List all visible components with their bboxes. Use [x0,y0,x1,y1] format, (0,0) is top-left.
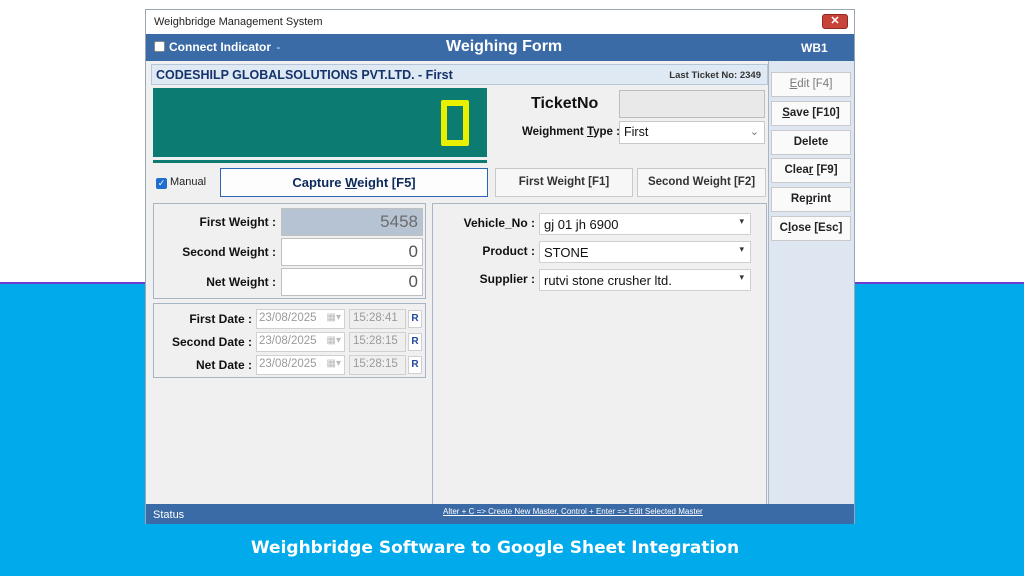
calendar-icon: ▦▾ [326,335,341,346]
dropdown-arrow-icon: ▾ [739,272,744,282]
action-sidebar: Edit [F4] Save [F10] Delete Clear [F9] R… [768,61,854,505]
second-weight-button[interactable]: Second Weight [F2] [637,168,766,197]
net-weight-label: Net Weight : [206,275,276,289]
net-date-refresh-button[interactable]: R [408,356,422,374]
check-icon: ✓ [156,178,167,189]
app-window: Weighbridge Management System ✕ Connect … [145,9,855,524]
manual-label: Manual [170,176,207,188]
net-weight-field[interactable]: 0 [281,268,423,296]
delete-button[interactable]: Delete [771,130,851,155]
net-date-label: Net Date : [195,358,252,372]
second-weight-label: Second Weight : [182,245,276,259]
chevron-down-icon: ⌄ [749,126,759,138]
page-caption: Weighbridge Software to Google Sheet Int… [250,538,740,558]
first-date-label: First Date : [189,312,252,326]
ticket-no-field[interactable] [619,90,765,118]
calendar-icon: ▦▾ [326,358,341,369]
dates-panel: First Date : 23/08/2025 ▦▾ 15:28:41 R Sec… [153,303,426,378]
close-icon: ✕ [830,15,840,27]
reprint-button[interactable]: Reprint [771,187,851,212]
connect-status: - [276,40,281,54]
calendar-icon: ▦▾ [326,312,341,323]
net-time-field[interactable]: 15:28:15 [349,355,406,375]
last-ticket-number: Last Ticket No: 2349 [669,70,761,81]
close-button[interactable]: Close [Esc] [771,216,851,241]
weight-indicator-display [153,88,487,157]
first-date-refresh-button[interactable]: R [408,310,422,328]
details-pane: Vehicle_No : gj 01 jh 6900 ▾ Product : ST… [432,203,767,506]
save-button[interactable]: Save [F10] [771,101,851,126]
close-window-button[interactable]: ✕ [822,14,848,29]
net-date-picker[interactable]: 23/08/2025 ▦▾ [256,355,345,375]
clear-button[interactable]: Clear [F9] [771,158,851,183]
status-label: Status [153,509,185,521]
second-weight-field[interactable]: 0 [281,238,423,266]
second-date-label: Second Date : [171,335,252,349]
edit-button[interactable]: Edit [F4] [771,72,851,97]
status-bar: Status Alter + C => Create New Master, C… [146,504,854,524]
weights-panel: First Weight : 5458 Second Weight : 0 Ne… [153,203,426,299]
dropdown-arrow-icon: ▾ [739,216,744,226]
first-weight-button[interactable]: First Weight [F1] [495,168,633,197]
connect-indicator-checkbox[interactable] [154,41,165,52]
indicator-underline [153,160,487,163]
form-header: Connect Indicator - Weighing Form WB1 [146,34,854,61]
connect-indicator-label: Connect Indicator [169,40,272,54]
first-weight-label: First Weight : [199,215,276,229]
weighment-type-value: First [624,125,649,139]
first-time-field[interactable]: 15:28:41 [349,309,406,329]
capture-weight-button[interactable]: Capture Weight [F5] [220,168,488,197]
title-bar: Weighbridge Management System ✕ [146,10,854,34]
shortcut-hint: Alter + C => Create New Master, Control … [443,507,703,516]
company-bar: CODESHILP GLOBALSOLUTIONS PVT.LTD. - Fir… [151,64,768,85]
product-combo[interactable]: STONE ▾ [539,241,751,263]
first-weight-field[interactable]: 5458 [281,208,423,236]
form-title: Weighing Form [446,38,563,55]
station-label: WB1 [801,41,828,55]
supplier-label: Supplier : [479,272,535,286]
company-name: CODESHILP GLOBALSOLUTIONS PVT.LTD. - Fir… [156,68,453,82]
window-title: Weighbridge Management System [154,16,323,28]
product-label: Product : [482,244,535,258]
supplier-combo[interactable]: rutvi stone crusher ltd. ▾ [539,269,751,291]
manual-checkbox[interactable]: ✓ Manual [156,176,206,189]
second-date-picker[interactable]: 23/08/2025 ▦▾ [256,332,345,352]
first-date-picker[interactable]: 23/08/2025 ▦▾ [256,309,345,329]
second-date-refresh-button[interactable]: R [408,333,422,351]
ticket-no-label: TicketNo [531,95,599,112]
dropdown-arrow-icon: ▾ [739,244,744,254]
connect-indicator-toggle[interactable]: Connect Indicator - [154,40,280,54]
vehicle-no-combo[interactable]: gj 01 jh 6900 ▾ [539,213,751,235]
second-time-field[interactable]: 15:28:15 [349,332,406,352]
weighment-type-label: Weighment Type : [522,126,620,138]
vehicle-no-label: Vehicle_No : [463,216,535,230]
indicator-digit [441,100,469,146]
weighment-type-select[interactable]: First ⌄ [619,121,765,144]
